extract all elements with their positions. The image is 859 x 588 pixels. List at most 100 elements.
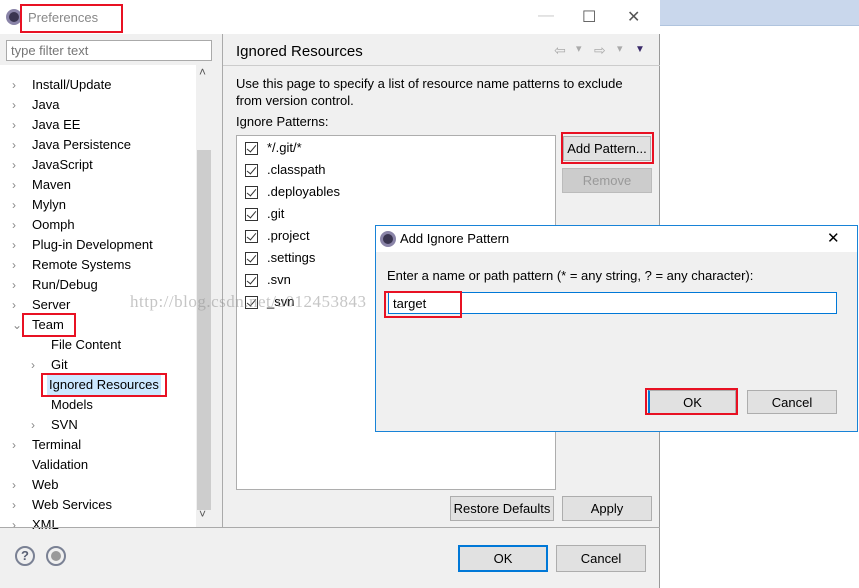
chevron-right-icon[interactable]: › xyxy=(12,115,16,135)
tree-item[interactable]: › Terminal xyxy=(0,435,196,455)
tree-item[interactable]: › Oomph xyxy=(0,215,196,235)
pattern-item[interactable]: .project xyxy=(245,225,310,247)
chevron-right-icon[interactable]: › xyxy=(31,355,35,375)
tree-item[interactable]: › Web xyxy=(0,475,196,495)
checkbox[interactable] xyxy=(245,142,258,156)
tree-item[interactable]: › Java xyxy=(0,95,196,115)
pattern-text: .settings xyxy=(267,250,316,265)
tree-item-label: Run/Debug xyxy=(32,277,98,292)
restore-defaults-button[interactable]: Restore Defaults xyxy=(450,496,554,521)
chevron-right-icon[interactable]: › xyxy=(12,95,16,115)
tree-item[interactable]: › Maven xyxy=(0,175,196,195)
chevron-right-icon[interactable]: › xyxy=(12,475,16,495)
back-dropdown-icon[interactable]: ▾ xyxy=(576,42,582,55)
tree-item[interactable]: File Content xyxy=(0,335,196,355)
pattern-item[interactable]: .deployables xyxy=(245,181,340,203)
forward-dropdown-icon[interactable]: ▾ xyxy=(617,42,623,55)
chevron-right-icon[interactable]: › xyxy=(12,235,16,255)
pattern-item[interactable]: .svn xyxy=(245,269,291,291)
pattern-item[interactable]: .settings xyxy=(245,247,315,269)
chevron-right-icon[interactable]: › xyxy=(12,295,16,315)
tree-item[interactable]: › Server xyxy=(0,295,196,315)
chevron-right-icon[interactable]: › xyxy=(12,175,16,195)
divider[interactable] xyxy=(222,34,223,527)
chevron-right-icon[interactable]: › xyxy=(12,435,16,455)
window-title: Preferences xyxy=(28,10,99,25)
checkbox[interactable] xyxy=(245,230,258,244)
checkbox[interactable] xyxy=(245,186,258,200)
remove-button[interactable]: Remove xyxy=(562,168,652,193)
dialog-close-button[interactable]: ✕ xyxy=(827,229,840,247)
tree-item[interactable]: Models xyxy=(0,395,196,415)
close-button[interactable]: ✕ xyxy=(627,7,640,27)
chevron-right-icon[interactable]: › xyxy=(12,255,16,275)
pattern-item[interactable]: _svn xyxy=(245,291,294,313)
tree-item[interactable]: › XML xyxy=(0,515,196,535)
pattern-text: .project xyxy=(267,228,310,243)
tree-item[interactable]: › Run/Debug xyxy=(0,275,196,295)
preferences-tree: › Install/Update › Java › Java EE › Java Persis… xyxy=(0,65,212,532)
view-menu-icon[interactable]: ▼ xyxy=(635,44,645,55)
checkbox[interactable] xyxy=(245,252,258,266)
tree-item[interactable]: › Web Services xyxy=(0,495,196,515)
pattern-text: .svn xyxy=(267,272,291,287)
pattern-item[interactable]: .classpath xyxy=(245,159,326,181)
dialog-ok-button[interactable]: OK xyxy=(648,390,736,414)
tree-item[interactable]: › Plug-in Development xyxy=(0,235,196,255)
import-export-icon[interactable] xyxy=(46,546,66,566)
page-title: Ignored Resources xyxy=(236,43,363,60)
chevron-right-icon[interactable]: › xyxy=(12,75,16,95)
pattern-input[interactable] xyxy=(388,292,837,314)
tree-item[interactable]: › Java Persistence xyxy=(0,135,196,155)
tree-item[interactable]: ⌄ Team xyxy=(0,313,196,337)
tree-item[interactable]: › JavaScript xyxy=(0,155,196,175)
tree-item-label: Team xyxy=(32,317,64,332)
pattern-text: .classpath xyxy=(267,162,326,177)
chevron-right-icon[interactable]: › xyxy=(12,195,16,215)
dialog-cancel-button[interactable]: Cancel xyxy=(747,390,837,414)
chevron-right-icon[interactable]: › xyxy=(12,495,16,515)
maximize-button[interactable]: ☐ xyxy=(582,7,596,27)
chevron-right-icon[interactable]: › xyxy=(31,415,35,435)
chevron-right-icon[interactable]: › xyxy=(12,275,16,295)
checkbox[interactable] xyxy=(245,296,258,310)
tree-item[interactable]: › Remote Systems xyxy=(0,255,196,275)
ignore-patterns-label: Ignore Patterns: xyxy=(236,114,329,129)
tree-item-label: Install/Update xyxy=(32,77,112,92)
chevron-right-icon[interactable]: › xyxy=(12,215,16,235)
add-ignore-pattern-dialog: Add Ignore Pattern ✕ Enter a name or pat… xyxy=(375,225,858,432)
back-icon[interactable]: ⇦ xyxy=(554,42,566,59)
help-icon[interactable]: ? xyxy=(15,546,35,566)
tree-item-label: Web Services xyxy=(32,497,112,512)
pattern-item[interactable]: */.git/* xyxy=(245,137,302,159)
tree-item[interactable]: › Install/Update xyxy=(0,75,196,95)
ok-button[interactable]: OK xyxy=(458,545,548,572)
chevron-right-icon[interactable]: › xyxy=(12,155,16,175)
add-pattern-button[interactable]: Add Pattern... xyxy=(563,136,651,161)
scroll-up-icon[interactable]: ˄ xyxy=(199,65,206,79)
scrollbar-thumb[interactable] xyxy=(197,150,211,510)
chevron-down-icon[interactable]: ⌄ xyxy=(12,315,22,335)
tree-item-label: Terminal xyxy=(32,437,82,452)
tree-item[interactable]: › Mylyn xyxy=(0,195,196,215)
tree-item-label: Git xyxy=(51,357,68,372)
tree-item[interactable]: Ignored Resources xyxy=(0,373,196,397)
pattern-item[interactable]: .git xyxy=(245,203,284,225)
minimize-button[interactable]: — xyxy=(538,7,554,25)
apply-button[interactable]: Apply xyxy=(562,496,652,521)
tree-item[interactable]: Validation xyxy=(0,455,196,475)
tree-item[interactable]: › Git xyxy=(0,355,196,375)
tree-item[interactable]: › Java EE xyxy=(0,115,196,135)
chevron-right-icon[interactable]: › xyxy=(12,515,16,535)
chevron-right-icon[interactable]: › xyxy=(12,135,16,155)
tree-item-label: SVN xyxy=(51,417,78,432)
filter-input[interactable] xyxy=(6,40,212,61)
tree-item[interactable]: › SVN xyxy=(0,415,196,435)
checkbox[interactable] xyxy=(245,274,258,288)
tree-item-label: Java Persistence xyxy=(32,137,131,152)
forward-icon[interactable]: ⇨ xyxy=(594,42,606,59)
tree-item-label: Ignored Resources xyxy=(47,375,161,395)
cancel-button[interactable]: Cancel xyxy=(556,545,646,572)
checkbox[interactable] xyxy=(245,208,258,222)
checkbox[interactable] xyxy=(245,164,258,178)
